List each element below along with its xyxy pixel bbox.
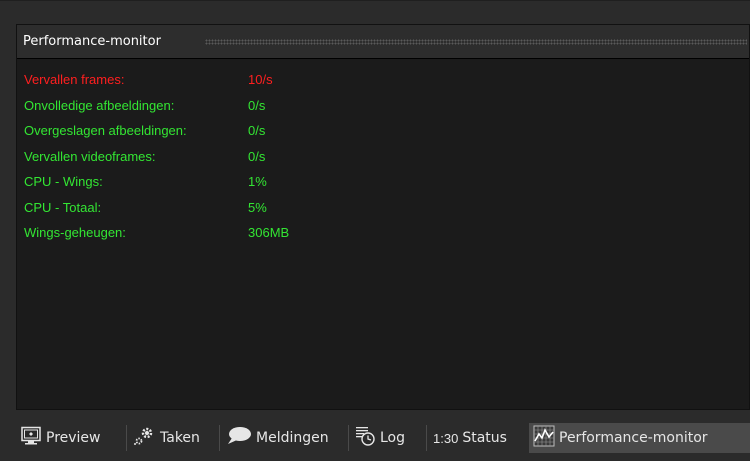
monitor-icon [20,426,42,450]
performance-graph-icon [533,425,555,451]
stat-label-incomplete-images: Onvolledige afbeeldingen: [24,97,175,113]
log-clock-icon [354,425,376,451]
app-frame: Performance-monitor Vervallen frames: 10… [0,0,750,461]
stat-value-incomplete-images: 0/s [248,97,266,113]
stat-value-cpu-wings: 1% [248,174,267,189]
performance-monitor-panel: Performance-monitor Vervallen frames: 10… [16,24,750,410]
tab-preview-label: Preview [46,430,101,446]
status-time-icon: 1:30 [433,430,459,446]
tab-taken[interactable]: Taken [132,423,200,453]
panel-title: Performance-monitor [23,34,161,49]
tab-separator [348,425,349,451]
tab-meldingen[interactable]: Meldingen [226,423,329,453]
speech-bubble-icon [226,426,252,450]
tab-status[interactable]: 1:30 Status [433,423,507,453]
stat-label-dropped-videoframes: Vervallen videoframes: [24,148,156,164]
stat-label-skipped-images: Overgeslagen afbeeldingen: [24,123,187,138]
stat-label-cpu-wings: CPU - Wings: [24,174,103,189]
gears-icon [132,425,156,451]
tab-separator [219,425,220,451]
stat-value-skipped-images: 0/s [248,123,266,138]
stat-value-dropped-frames: 10/s [248,72,273,87]
tab-preview[interactable]: Preview [20,423,101,453]
stat-label-dropped-frames: Vervallen frames: [24,72,125,87]
tab-performance-monitor-label: Performance-monitor [559,430,708,446]
tab-meldingen-label: Meldingen [256,430,329,446]
stat-label-cpu-total: CPU - Totaal: [24,199,102,215]
tab-log-label: Log [380,430,406,446]
title-bar-grip[interactable] [205,39,747,45]
stat-value-dropped-videoframes: 0/s [248,148,266,164]
tab-performance-monitor[interactable]: Performance-monitor [529,423,750,453]
bottom-tab-bar: Preview Taken Meldingen Log 1:30 Status … [16,419,750,461]
panel-title-bar[interactable]: Performance-monitor [17,25,749,59]
tab-separator [426,425,427,451]
tab-log[interactable]: Log [354,423,405,453]
tab-status-label: Status [462,430,507,446]
tab-taken-label: Taken [160,430,200,446]
stat-value-cpu-total: 5% [248,199,267,215]
tab-separator [126,425,127,451]
stat-label-wings-memory: Wings-geheugen: [24,225,126,240]
panel-content: Vervallen frames: 10/s Onvolledige afbee… [17,59,749,409]
stat-value-wings-memory: 306MB [248,225,290,240]
